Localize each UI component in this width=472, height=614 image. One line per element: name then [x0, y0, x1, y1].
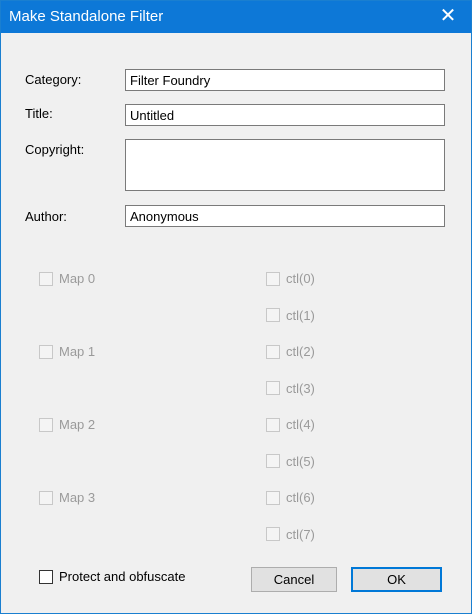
title-bar: Make Standalone Filter ✕ — [1, 1, 471, 33]
ctl-3-checkbox-label: ctl(3) — [286, 380, 315, 396]
close-icon[interactable]: ✕ — [425, 1, 471, 33]
copyright-textarea[interactable] — [125, 139, 445, 191]
category-label: Category: — [25, 72, 82, 87]
map-2-checkbox[interactable]: Map 2 — [39, 417, 95, 432]
map-0-checkbox[interactable]: Map 0 — [39, 271, 95, 286]
map-1-checkbox-label: Map 1 — [59, 344, 96, 359]
protect-obfuscate-label: Protect and obfuscate — [59, 569, 186, 584]
ctl-1-checkbox[interactable]: ctl(1) — [266, 308, 315, 323]
ctl-1-checkbox-box[interactable] — [266, 308, 280, 322]
ctl-6-checkbox-box[interactable] — [266, 490, 280, 505]
map-2-checkbox-label: Map 2 — [59, 417, 96, 432]
ctl-0-checkbox-box[interactable] — [266, 271, 280, 286]
ctl-4-checkbox[interactable]: ctl(4) — [266, 417, 315, 432]
ctl-6-checkbox[interactable]: ctl(6) — [266, 490, 315, 505]
title-label: Title: — [25, 106, 53, 121]
ctl-3-checkbox[interactable]: ctl(3) — [266, 381, 315, 396]
map-0-checkbox-box[interactable] — [39, 271, 53, 286]
ctl-0-checkbox[interactable]: ctl(0) — [266, 271, 315, 286]
copyright-label: Copyright: — [25, 142, 85, 157]
ctl-4-checkbox-box[interactable] — [266, 417, 280, 432]
map-1-checkbox[interactable]: Map 1 — [39, 344, 95, 359]
map-1-checkbox-box[interactable] — [39, 344, 53, 359]
ctl-2-checkbox-box[interactable] — [266, 344, 280, 359]
ctl-4-checkbox-label: ctl(4) — [286, 417, 315, 432]
ctl-7-checkbox-box[interactable] — [266, 527, 280, 541]
map-2-checkbox-box[interactable] — [39, 417, 53, 432]
ctl-3-checkbox-box[interactable] — [266, 381, 280, 395]
map-3-checkbox-label: Map 3 — [59, 490, 96, 505]
ctl-7-checkbox[interactable]: ctl(7) — [266, 527, 315, 542]
ctl-7-checkbox-label: ctl(7) — [286, 526, 315, 542]
author-label: Author: — [25, 209, 67, 224]
map-3-checkbox[interactable]: Map 3 — [39, 490, 95, 505]
protect-obfuscate-box[interactable] — [39, 569, 53, 584]
map-0-checkbox-label: Map 0 — [59, 271, 96, 286]
ok-button[interactable]: OK — [351, 567, 442, 592]
author-input[interactable] — [125, 205, 445, 227]
ctl-5-checkbox-label: ctl(5) — [286, 453, 315, 469]
ctl-5-checkbox-box[interactable] — [266, 454, 280, 468]
cancel-button[interactable]: Cancel — [251, 567, 337, 592]
ctl-2-checkbox-label: ctl(2) — [286, 344, 315, 359]
protect-obfuscate-checkbox[interactable]: Protect and obfuscate — [39, 569, 185, 584]
map-3-checkbox-box[interactable] — [39, 490, 53, 505]
ctl-6-checkbox-label: ctl(6) — [286, 490, 315, 505]
category-input[interactable] — [125, 69, 445, 91]
ctl-2-checkbox[interactable]: ctl(2) — [266, 344, 315, 359]
ctl-1-checkbox-label: ctl(1) — [286, 307, 315, 323]
ctl-0-checkbox-label: ctl(0) — [286, 271, 315, 286]
dialog-title: Make Standalone Filter — [9, 8, 164, 25]
title-input[interactable] — [125, 104, 445, 126]
ctl-5-checkbox[interactable]: ctl(5) — [266, 454, 315, 469]
dialog-window: Make Standalone Filter ✕ Category: Title… — [0, 0, 472, 614]
